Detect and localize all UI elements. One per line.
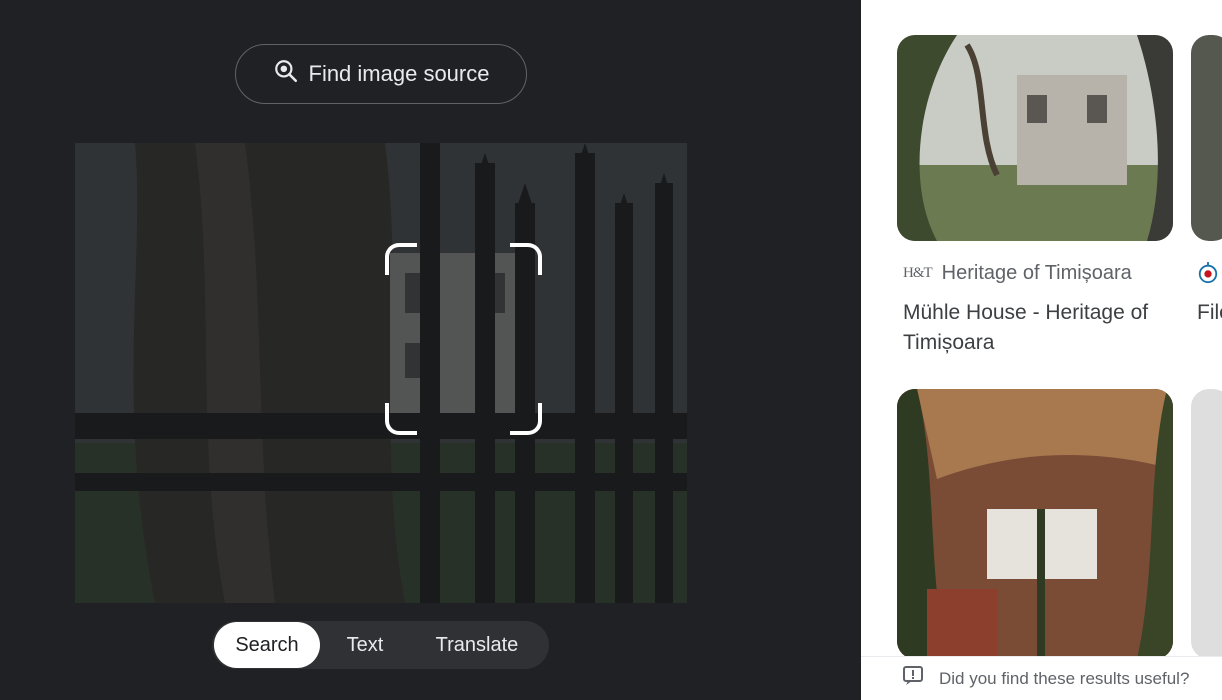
result-source-name: Heritage of Timișoara xyxy=(941,262,1132,284)
mode-switcher: Search Text Translate xyxy=(212,621,549,669)
find-image-source-label: Find image source xyxy=(308,61,490,86)
heritage-logo-icon: H&T xyxy=(903,265,933,281)
find-image-source-button[interactable]: Find image source xyxy=(235,44,527,104)
crop-handle-bottom-left[interactable] xyxy=(385,403,417,435)
result-title-1[interactable]: Mühle House - Heritage of Timișoara xyxy=(903,298,1163,358)
wikimedia-commons-icon xyxy=(1197,262,1219,290)
feedback-icon xyxy=(901,664,925,693)
result-image-3[interactable] xyxy=(897,389,1173,659)
result-image-1[interactable] xyxy=(897,35,1173,241)
result-title-2[interactable]: File win xyxy=(1197,298,1222,328)
feedback-question: Did you find these results useful? xyxy=(939,668,1190,688)
result-source-2[interactable] xyxy=(1197,262,1219,290)
dim-overlay xyxy=(75,143,687,603)
image-search-icon xyxy=(273,58,299,90)
result-image-4[interactable] xyxy=(1191,389,1222,659)
crop-handle-top-right[interactable] xyxy=(510,243,542,275)
result-image-2[interactable] xyxy=(1191,35,1222,241)
query-image[interactable] xyxy=(75,143,687,603)
results-panel: H&T Heritage of Timișoara Mühle House - … xyxy=(861,0,1222,700)
tab-search[interactable]: Search xyxy=(214,622,320,668)
crop-handle-top-left[interactable] xyxy=(385,243,417,275)
lens-panel: Find image source Search Text Translate xyxy=(0,0,861,700)
tab-translate[interactable]: Translate xyxy=(410,622,544,668)
crop-handle-bottom-right[interactable] xyxy=(510,403,542,435)
selection-box[interactable] xyxy=(385,243,542,435)
result-source-1[interactable]: H&T Heritage of Timișoara xyxy=(903,262,1132,285)
feedback-bar[interactable]: Did you find these results useful? xyxy=(861,656,1222,700)
tab-text[interactable]: Text xyxy=(320,622,410,668)
